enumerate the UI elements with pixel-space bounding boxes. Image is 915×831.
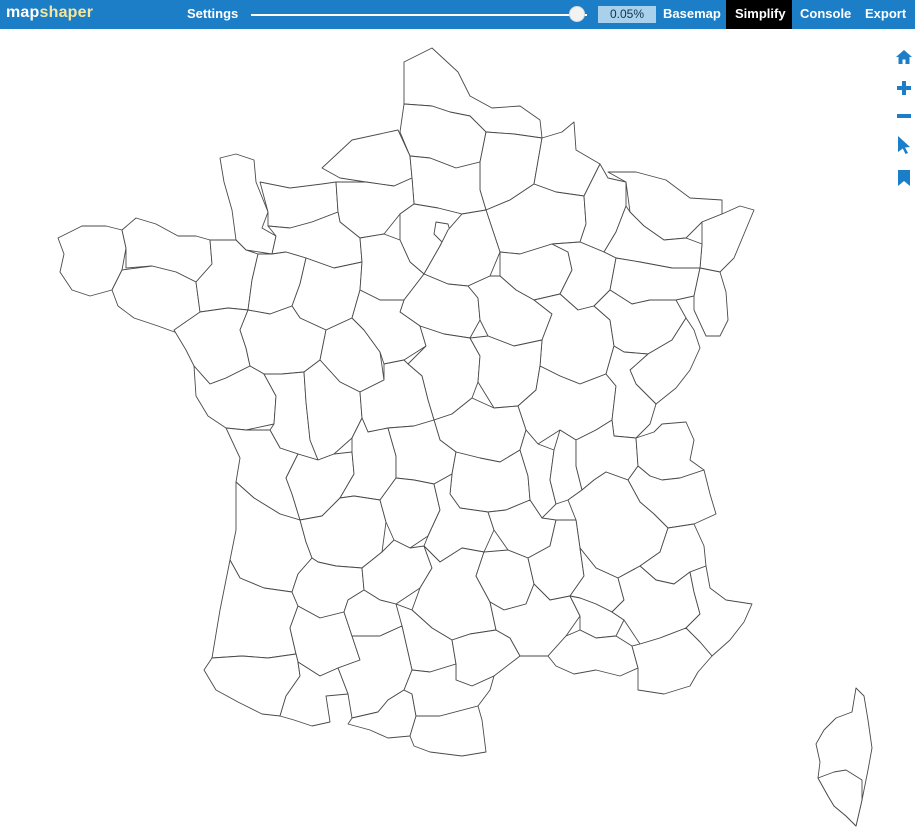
console-button[interactable]: Console bbox=[800, 6, 851, 21]
department-shape[interactable] bbox=[817, 769, 863, 827]
basemap-button[interactable]: Basemap bbox=[663, 6, 721, 21]
mapshaper-logo[interactable]: mapshaper bbox=[6, 4, 93, 22]
settings-button[interactable]: Settings bbox=[187, 6, 238, 21]
simplify-button[interactable]: Simplify bbox=[726, 0, 792, 29]
export-button[interactable]: Export bbox=[865, 6, 906, 21]
france-map bbox=[57, 47, 873, 827]
corsica bbox=[815, 687, 873, 827]
department-shape[interactable] bbox=[693, 267, 729, 337]
logo-text-shaper: shaper bbox=[39, 4, 94, 21]
simplify-button-label: Simplify bbox=[735, 6, 786, 21]
top-toolbar: mapshaper Settings 0.05% Basemap Simplif… bbox=[0, 0, 915, 29]
map-canvas[interactable] bbox=[0, 29, 915, 831]
simplify-slider-handle[interactable] bbox=[568, 6, 585, 22]
department-shape[interactable] bbox=[321, 129, 413, 187]
department-shape[interactable] bbox=[635, 421, 705, 481]
simplify-percent-input[interactable]: 0.05% bbox=[598, 6, 656, 23]
mainland-departments bbox=[57, 47, 755, 757]
logo-text-map: map bbox=[6, 4, 40, 21]
simplify-slider-track[interactable] bbox=[251, 14, 587, 16]
